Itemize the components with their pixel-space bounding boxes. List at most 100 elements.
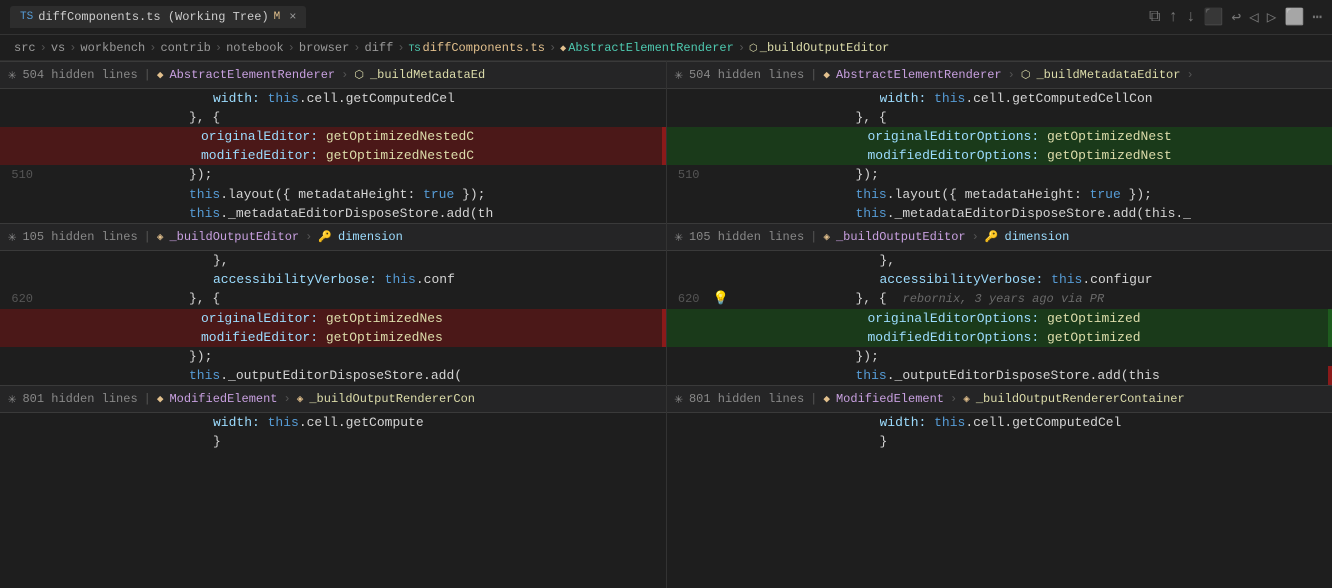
code-line: this.layout({ metadataHeight: true });: [0, 185, 666, 204]
right-hidden-2: 105 hidden lines: [689, 230, 804, 244]
code-line-added: originalEditorOptions: getOptimized: [667, 309, 1332, 328]
split-editor-icon[interactable]: ⧉: [1149, 8, 1160, 26]
right-method-icon-3: ◈: [963, 392, 970, 406]
right-class-1[interactable]: AbstractElementRenderer: [836, 68, 1002, 82]
right-hidden-3: 801 hidden lines: [689, 392, 804, 406]
left-code-3: width: this.cell.getCompute }: [0, 413, 666, 451]
code-line: });: [667, 347, 1332, 366]
breadcrumb-browser[interactable]: browser: [299, 41, 349, 55]
breadcrumb-class[interactable]: ◆AbstractElementRenderer: [560, 41, 734, 55]
code-line: width: this.cell.getComputedCellCon: [667, 89, 1332, 108]
left-renderer-icon-1: ◆: [157, 68, 164, 82]
left-hidden-2: 105 hidden lines: [22, 230, 137, 244]
code-line: this.layout({ metadataHeight: true });: [667, 185, 1332, 204]
left-method-1[interactable]: _buildMetadataEd: [370, 68, 485, 82]
code-line-added: originalEditorOptions: getOptimizedNest: [667, 127, 1332, 146]
diff-previous-icon[interactable]: ◁: [1249, 7, 1259, 27]
fold-icon-1[interactable]: ✳: [8, 67, 16, 84]
right-renderer-icon-1: ◆: [823, 68, 830, 82]
code-line: }, {: [667, 108, 1332, 127]
code-line-added: modifiedEditorOptions: getOptimizedNest: [667, 146, 1332, 165]
right-param-2[interactable]: dimension: [1005, 230, 1070, 244]
diff-revert-icon[interactable]: ↩: [1232, 7, 1242, 27]
navigate-previous-icon[interactable]: ↑: [1168, 8, 1178, 26]
breadcrumb-workbench[interactable]: workbench: [80, 41, 145, 55]
left-diff-pane: ✳ 504 hidden lines | ◆ AbstractElementRe…: [0, 61, 667, 588]
right-divider-2[interactable]: ✳ 105 hidden lines | ◈ _buildOutputEdito…: [667, 223, 1332, 251]
breadcrumb-src[interactable]: src: [14, 41, 36, 55]
left-param-2[interactable]: dimension: [338, 230, 403, 244]
left-param-icon-2: 🔑: [318, 230, 332, 244]
breadcrumb-notebook[interactable]: notebook: [226, 41, 284, 55]
breadcrumb: src › vs › workbench › contrib › noteboo…: [0, 35, 1332, 61]
left-method-icon-1: ⬡: [354, 68, 364, 82]
right-method-3[interactable]: _buildOutputRendererContainer: [976, 392, 1185, 406]
left-class-1[interactable]: AbstractElementRenderer: [169, 68, 335, 82]
toggle-sidebar-icon[interactable]: ⬜: [1284, 7, 1304, 27]
code-line: });: [0, 347, 666, 366]
code-line-added: modifiedEditorOptions: getOptimized: [667, 328, 1332, 347]
code-line-deleted: originalEditor: getOptimizedNes: [0, 309, 666, 328]
right-divider-1[interactable]: ✳ 504 hidden lines | ◆ AbstractElementRe…: [667, 61, 1332, 89]
title-bar: TS diffComponents.ts (Working Tree) M × …: [0, 0, 1332, 35]
right-code-3: width: this.cell.getComputedCel }: [667, 413, 1332, 451]
left-renderer-icon-3: ◆: [157, 392, 164, 406]
code-line: 620 💡 }, { rebornix, 3 years ago via PR: [667, 289, 1332, 309]
left-method-icon-3: ◈: [297, 392, 304, 406]
tab-diffcomponents[interactable]: TS diffComponents.ts (Working Tree) M ×: [10, 6, 306, 28]
code-line: this._metadataEditorDisposeStore.add(th: [0, 204, 666, 223]
code-line: width: this.cell.getComputedCel: [0, 89, 666, 108]
left-divider-1[interactable]: ✳ 504 hidden lines | ◆ AbstractElementRe…: [0, 61, 666, 89]
right-diff-pane: ✳ 504 hidden lines | ◆ AbstractElementRe…: [667, 61, 1332, 588]
typescript-icon: TS: [20, 11, 33, 23]
left-class-2[interactable]: _buildOutputEditor: [169, 230, 299, 244]
code-line: this._outputEditorDisposeStore.add(: [0, 366, 666, 385]
left-method-3[interactable]: _buildOutputRendererCon: [309, 392, 475, 406]
right-renderer-icon-3: ◆: [823, 392, 830, 406]
right-fold-icon-1[interactable]: ✳: [675, 67, 683, 84]
right-param-icon-2: 🔑: [985, 230, 999, 244]
right-code-1: width: this.cell.getComputedCellCon }, {…: [667, 89, 1332, 223]
right-fold-icon-2[interactable]: ✳: [675, 229, 683, 246]
left-class-3[interactable]: ModifiedElement: [169, 392, 277, 406]
breadcrumb-contrib[interactable]: contrib: [160, 41, 210, 55]
left-hidden-1: 504 hidden lines: [22, 68, 137, 82]
right-divider-3[interactable]: ✳ 801 hidden lines | ◆ ModifiedElement ›…: [667, 385, 1332, 413]
code-line: 510 });: [667, 165, 1332, 185]
right-hidden-1: 504 hidden lines: [689, 68, 804, 82]
navigate-next-icon[interactable]: ↓: [1186, 8, 1196, 26]
fold-icon-2[interactable]: ✳: [8, 229, 16, 246]
tab-modified-indicator: M: [274, 11, 281, 23]
right-class-3[interactable]: ModifiedElement: [836, 392, 944, 406]
code-line: width: this.cell.getCompute: [0, 413, 666, 432]
code-line-deleted: originalEditor: getOptimizedNestedC: [0, 127, 666, 146]
code-line: 510 });: [0, 165, 666, 185]
code-line: accessibilityVerbose: this.conf: [0, 270, 666, 289]
editor-actions: ⧉ ↑ ↓ ⬛ ↩ ◁ ▷ ⬜ ⋯: [1149, 7, 1322, 27]
right-method-1[interactable]: _buildMetadataEditor: [1036, 68, 1180, 82]
diff-next-icon[interactable]: ▷: [1267, 7, 1277, 27]
code-line: 620 }, {: [0, 289, 666, 309]
lightbulb-icon[interactable]: 💡: [713, 289, 729, 308]
code-line: }: [667, 432, 1332, 451]
code-line: }, {: [0, 108, 666, 127]
editor-container: ✳ 504 hidden lines | ◆ AbstractElementRe…: [0, 61, 1332, 588]
left-code-1: width: this.cell.getComputedCel }, { ori…: [0, 89, 666, 223]
breadcrumb-diff[interactable]: diff: [365, 41, 394, 55]
fold-icon-3[interactable]: ✳: [8, 391, 16, 408]
right-fold-icon-3[interactable]: ✳: [675, 391, 683, 408]
tab-close-button[interactable]: ×: [289, 10, 296, 24]
right-code-2: }, accessibilityVerbose: this.configur 6…: [667, 251, 1332, 385]
right-renderer-icon-2: ◈: [823, 230, 830, 244]
right-class-2[interactable]: _buildOutputEditor: [836, 230, 966, 244]
code-line-deleted: modifiedEditor: getOptimizedNes: [0, 328, 666, 347]
diff-stage-icon[interactable]: ⬛: [1204, 7, 1224, 27]
breadcrumb-vs[interactable]: vs: [51, 41, 65, 55]
left-divider-2[interactable]: ✳ 105 hidden lines | ◈ _buildOutputEdito…: [0, 223, 666, 251]
breadcrumb-method[interactable]: ⬡_buildOutputEditor: [749, 41, 889, 55]
code-line: },: [0, 251, 666, 270]
code-line: },: [667, 251, 1332, 270]
breadcrumb-file[interactable]: TSdiffComponents.ts: [409, 41, 545, 55]
left-divider-3[interactable]: ✳ 801 hidden lines | ◆ ModifiedElement ›…: [0, 385, 666, 413]
more-actions-icon[interactable]: ⋯: [1312, 7, 1322, 27]
